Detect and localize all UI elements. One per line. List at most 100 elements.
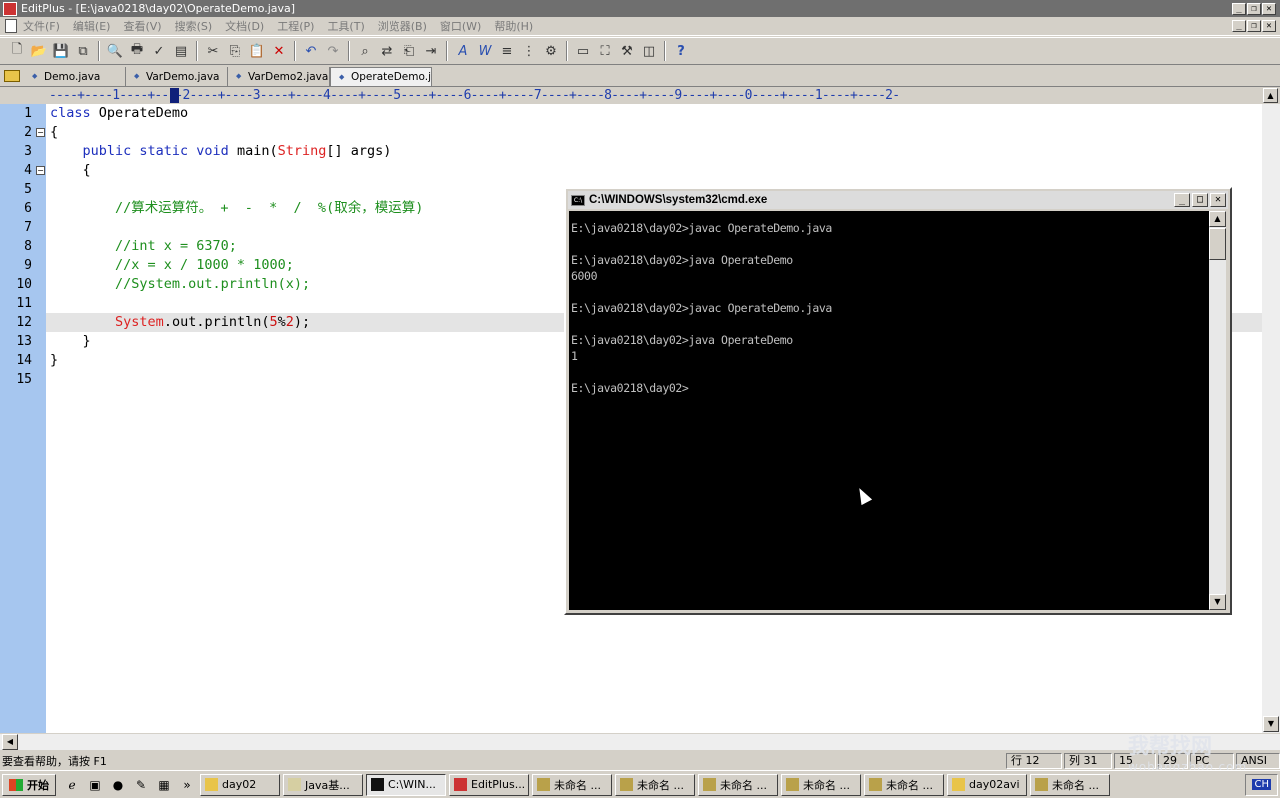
editor-vertical-scrollbar[interactable]: ▼ <box>1262 104 1280 733</box>
folder-icon[interactable] <box>0 66 24 86</box>
taskbar-item-untitled[interactable]: 未命名 ... <box>1030 773 1110 796</box>
column-icon[interactable]: ⋮ <box>519 41 539 61</box>
minimize-button[interactable]: _ <box>1232 2 1246 15</box>
doc-restore-button[interactable]: ❐ <box>1247 20 1261 32</box>
taskbar-item-untitled[interactable]: 未命名 ... <box>615 773 695 796</box>
replace-icon[interactable]: ⇄ <box>377 41 397 61</box>
cmd-close-button[interactable]: ✕ <box>1210 193 1226 207</box>
cmd-scroll-thumb[interactable] <box>1209 228 1226 260</box>
find-icon[interactable]: ⌕ <box>355 41 375 61</box>
menu-file[interactable]: 文件(F) <box>23 18 60 34</box>
tab-vardemo-java[interactable]: VarDemo.java <box>126 67 228 86</box>
cmd-scrollbar[interactable]: ▲ ▼ <box>1209 211 1226 610</box>
menu-help[interactable]: 帮助(H) <box>494 18 533 34</box>
paint-icon <box>786 778 799 791</box>
settings-icon[interactable]: ⚙ <box>541 41 561 61</box>
menu-document[interactable]: 文档(D) <box>225 18 264 34</box>
menu-search[interactable]: 搜索(S) <box>175 18 213 34</box>
undo-icon[interactable]: ↶ <box>301 41 321 61</box>
title-bar: EditPlus - [E:\java0218\day02\OperateDem… <box>0 0 1280 17</box>
quick-launch-app-icon[interactable]: ✎ <box>131 775 151 795</box>
quick-launch-extra-icon[interactable]: ▦ <box>154 775 174 795</box>
menu-edit[interactable]: 编辑(E) <box>73 18 111 34</box>
line-number: 10 <box>16 277 32 292</box>
menu-view[interactable]: 查看(V) <box>123 18 161 34</box>
taskbar-item-untitled[interactable]: 未命名 ... <box>532 773 612 796</box>
menu-browser[interactable]: 浏览器(B) <box>378 18 427 34</box>
code-line-2: { <box>50 124 59 140</box>
cmd-title-bar[interactable]: C:\ C:\WINDOWS\system32\cmd.exe _ □ ✕ <box>568 191 1228 209</box>
menu-project[interactable]: 工程(P) <box>277 18 314 34</box>
cmd-console[interactable]: E:\java0218\day02>javac OperateDemo.java… <box>569 211 1209 610</box>
font-icon[interactable]: A <box>453 41 473 61</box>
code-line-6: //算术运算符。 + - * / %(取余，模运算) <box>50 200 424 216</box>
start-button[interactable]: 开始 <box>2 773 56 796</box>
screen-icon[interactable]: ▭ <box>573 41 593 61</box>
editor-horizontal-scrollbar[interactable]: ◀ <box>0 733 1280 750</box>
document-icon <box>288 778 301 791</box>
spellcheck-icon[interactable]: ✓ <box>149 41 169 61</box>
tab-vardemo2-java[interactable]: VarDemo2.java <box>228 67 330 86</box>
console-line: 1 <box>571 349 578 363</box>
taskbar-item-untitled[interactable]: 未命名 ... <box>698 773 778 796</box>
fullscreen-icon[interactable]: ⛶ <box>595 41 615 61</box>
ruler-text: ----+----1----+----2----+----3----+----4… <box>49 88 900 103</box>
print-preview-icon[interactable]: 🔍 <box>105 41 125 61</box>
taskbar-item-editplus[interactable]: EditPlus... <box>449 773 529 796</box>
cmd-scroll-down-arrow-icon[interactable]: ▼ <box>1209 594 1226 610</box>
copy-icon[interactable]: ⎘ <box>225 41 245 61</box>
line-number-icon[interactable]: ≡ <box>497 41 517 61</box>
cmd-window[interactable]: C:\ C:\WINDOWS\system32\cmd.exe _ □ ✕ E:… <box>564 187 1232 615</box>
document-icon[interactable] <box>5 19 17 33</box>
cmd-maximize-button[interactable]: □ <box>1192 193 1208 207</box>
tab-operatedemo-java[interactable]: OperateDemo.java <box>330 67 432 86</box>
paste-icon[interactable]: 📋 <box>247 41 267 61</box>
tools-icon[interactable]: ⚒ <box>617 41 637 61</box>
help-icon[interactable]: ? <box>671 41 691 61</box>
line-number: 5 <box>24 182 32 197</box>
fold-toggle-icon[interactable]: − <box>36 166 45 175</box>
code-line-3: public static void main(String[] args) <box>50 143 392 159</box>
page-icon[interactable]: ▤ <box>171 41 191 61</box>
language-indicator[interactable]: CH <box>1252 779 1271 790</box>
menu-window[interactable]: 窗口(W) <box>440 18 481 34</box>
cmd-scroll-up-arrow-icon[interactable]: ▲ <box>1209 211 1226 227</box>
new-file-icon[interactable]: 🗋 <box>7 41 27 61</box>
console-line: E:\java0218\day02>java OperateDemo <box>571 253 793 267</box>
doc-close-button[interactable]: ✕ <box>1262 20 1276 32</box>
paint-icon <box>537 778 550 791</box>
fold-toggle-icon[interactable]: − <box>36 128 45 137</box>
quick-launch-more-icon[interactable]: » <box>177 775 197 795</box>
taskbar-item-cmd[interactable]: C:\WIN... <box>366 773 446 796</box>
scroll-left-arrow-icon[interactable]: ◀ <box>2 734 18 750</box>
taskbar-item-folder[interactable]: day02 <box>200 773 280 796</box>
find-in-files-icon[interactable]: ⎗ <box>399 41 419 61</box>
taskbar-item-untitled[interactable]: 未命名 ... <box>781 773 861 796</box>
save-all-icon[interactable]: ⧉ <box>73 41 93 61</box>
restore-button[interactable]: ❐ <box>1247 2 1261 15</box>
redo-icon[interactable]: ↷ <box>323 41 343 61</box>
scroll-up-arrow-icon[interactable]: ▲ <box>1263 88 1278 103</box>
window-title: EditPlus - [E:\java0218\day02\OperateDem… <box>21 2 296 15</box>
taskbar-item-untitled[interactable]: 未命名 ... <box>864 773 944 796</box>
print-icon[interactable]: 🖶 <box>127 41 147 61</box>
quick-launch-media-icon[interactable]: ● <box>108 775 128 795</box>
taskbar-item-java[interactable]: Java基... <box>283 773 363 796</box>
menu-tools[interactable]: 工具(T) <box>327 18 364 34</box>
tab-demo-java[interactable]: Demo.java <box>24 67 126 86</box>
quick-launch-desktop-icon[interactable]: ▣ <box>85 775 105 795</box>
cmd-minimize-button[interactable]: _ <box>1174 193 1190 207</box>
word-wrap-icon[interactable]: W <box>475 41 495 61</box>
console-line: E:\java0218\day02>javac OperateDemo.java <box>571 301 832 315</box>
goto-icon[interactable]: ⇥ <box>421 41 441 61</box>
taskbar-item-folder[interactable]: day02avi <box>947 773 1027 796</box>
open-icon[interactable]: 📂 <box>29 41 49 61</box>
doc-minimize-button[interactable]: _ <box>1232 20 1246 32</box>
status-bar: 要查看帮助，请按 F1 行 12 列 31 15 29 PC ANSI <box>0 751 1280 770</box>
quick-launch-ie-icon[interactable]: ℯ <box>62 775 82 795</box>
cut-icon[interactable]: ✂ <box>203 41 223 61</box>
save-icon[interactable]: 💾 <box>51 41 71 61</box>
delete-icon[interactable]: ✕ <box>269 41 289 61</box>
close-button[interactable]: ✕ <box>1262 2 1276 15</box>
cliptext-icon[interactable]: ◫ <box>639 41 659 61</box>
